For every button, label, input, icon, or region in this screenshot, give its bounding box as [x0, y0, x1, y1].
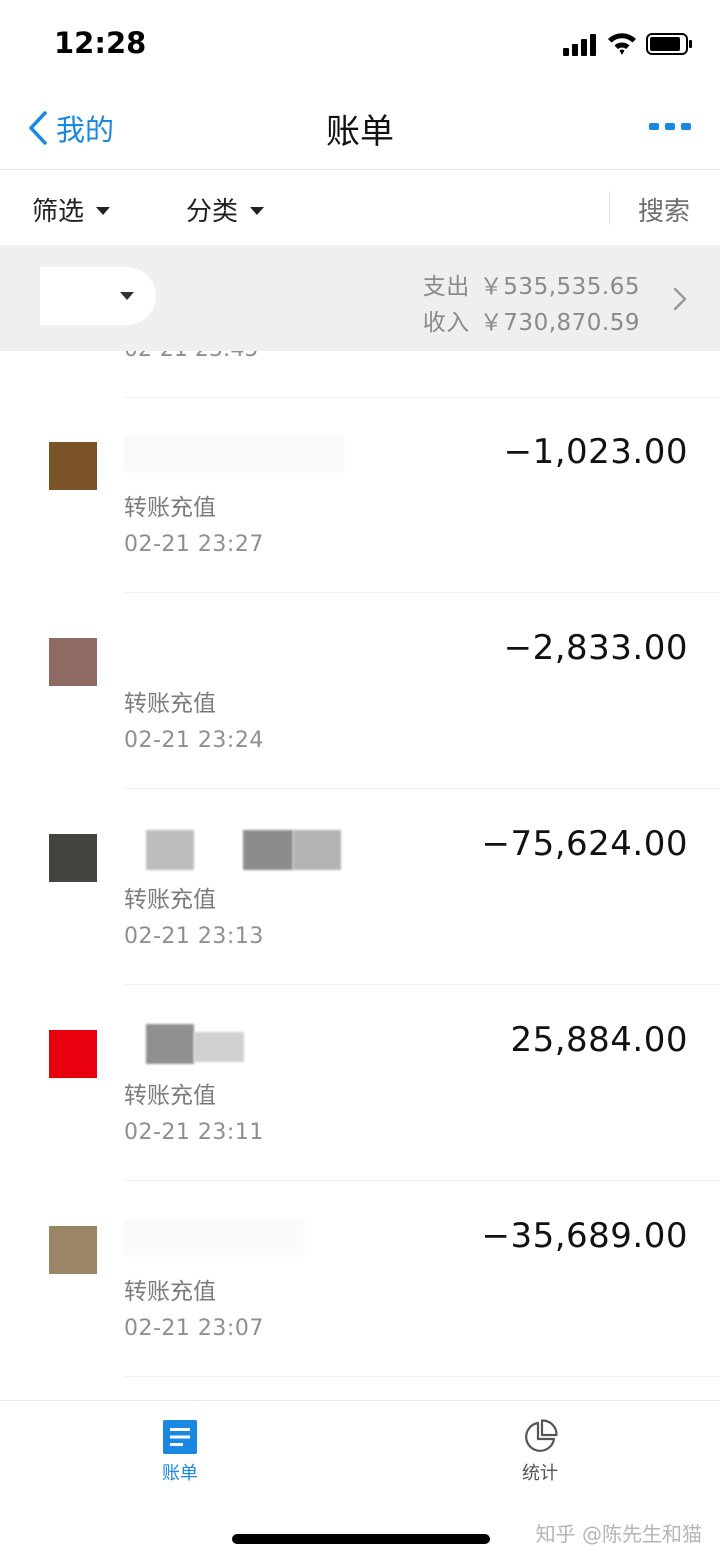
status-bar: 12:28: [0, 0, 720, 88]
month-summary[interactable]: 支出 ￥535,535.65 收入 ￥730,870.59: [0, 245, 720, 351]
divider: [609, 191, 610, 225]
transaction-time: 02-21 23:07: [124, 1316, 264, 1341]
merchant-name-redacted: [293, 830, 341, 870]
tab-statistics[interactable]: 统计: [480, 1419, 600, 1485]
merchant-name-redacted: [124, 1220, 304, 1256]
transaction-amount: 25,884.00: [510, 1020, 688, 1060]
month-selector[interactable]: [40, 267, 156, 325]
status-time: 12:28: [54, 26, 147, 60]
wifi-icon: [608, 33, 636, 55]
navigation-bar: 我的 账单: [0, 88, 720, 170]
divider: [124, 984, 720, 985]
category-dropdown[interactable]: 分类: [186, 191, 265, 228]
merchant-name-redacted: [146, 1024, 194, 1064]
merchant-name-redacted: [146, 830, 194, 870]
transaction-time: 02-21 23:24: [124, 728, 264, 753]
merchant-avatar: [49, 1030, 97, 1078]
filter-label: 筛选: [32, 197, 85, 227]
filter-bar: 筛选 分类 搜索: [0, 171, 720, 245]
transaction-category: 转账充值: [124, 887, 216, 913]
home-indicator[interactable]: [232, 1534, 490, 1544]
page-title: 账单: [326, 112, 394, 152]
merchant-name-redacted: [243, 830, 293, 870]
merchant-avatar: [49, 834, 97, 882]
transaction-row[interactable]: 25,884.00 转账充值 02-21 23:11: [0, 988, 720, 1184]
transaction-category: 转账充值: [124, 495, 216, 521]
expense-label: 支出: [422, 274, 470, 300]
income-summary: 收入 ￥730,870.59: [423, 303, 640, 337]
transaction-row[interactable]: −2,833.00 转账充值 02-21 23:24: [0, 596, 720, 792]
transaction-row[interactable]: −35,689.00 转账充值 02-21 23:07: [0, 1184, 720, 1380]
income-label: 收入: [422, 310, 470, 336]
caret-down-icon: [120, 292, 134, 300]
tab-label: 账单: [162, 1463, 198, 1484]
divider: [124, 1180, 720, 1181]
transaction-time: 02-21 23:27: [124, 532, 264, 557]
caret-down-icon: [96, 207, 111, 215]
expense-summary: 支出 ￥535,535.65: [423, 267, 640, 301]
divider: [124, 1376, 720, 1377]
battery-icon: [646, 33, 692, 55]
more-options-button[interactable]: [646, 120, 692, 134]
filter-dropdown[interactable]: 筛选: [32, 191, 111, 228]
tab-bill[interactable]: 账单: [120, 1419, 240, 1485]
merchant-avatar: [49, 1226, 97, 1274]
merchant-name-redacted: [194, 1032, 244, 1062]
transaction-time: 02-21 23:13: [124, 924, 264, 949]
transaction-time: 02-21 23:45: [124, 351, 258, 362]
list-item[interactable]: 02-21 23:45: [0, 351, 720, 397]
more-dots-icon: [649, 123, 659, 130]
tab-bar: 账单 统计 知乎 @陈先生和猫: [0, 1400, 720, 1559]
merchant-name-redacted: [124, 436, 344, 472]
transaction-category: 转账充值: [124, 691, 216, 717]
chevron-right-icon: [673, 287, 687, 311]
transaction-amount: −2,833.00: [503, 628, 688, 668]
transaction-amount: −75,624.00: [481, 824, 688, 864]
transaction-amount: −1,023.00: [503, 432, 688, 472]
transaction-category: 转账充值: [124, 1083, 216, 1109]
bill-list-icon: [163, 1420, 197, 1454]
pie-chart-icon: [525, 1419, 558, 1452]
transaction-row[interactable]: −75,624.00 转账充值 02-21 23:13: [0, 792, 720, 988]
search-button[interactable]: 搜索: [638, 191, 690, 228]
divider: [124, 397, 720, 398]
caret-down-icon: [250, 207, 265, 215]
merchant-avatar: [49, 442, 97, 490]
merchant-avatar: [49, 638, 97, 686]
category-label: 分类: [186, 197, 239, 227]
transaction-category: 转账充值: [124, 1279, 216, 1305]
expense-value: ￥535,535.65: [479, 274, 640, 300]
transaction-amount: −35,689.00: [481, 1216, 688, 1256]
transaction-row[interactable]: −1,023.00 转账充值 02-21 23:27: [0, 400, 720, 596]
income-value: ￥730,870.59: [479, 310, 640, 336]
transaction-time: 02-21 23:11: [124, 1120, 264, 1145]
tab-label: 统计: [522, 1463, 558, 1484]
divider: [124, 592, 720, 593]
cellular-signal-icon: [563, 32, 599, 56]
watermark: 知乎 @陈先生和猫: [535, 1522, 702, 1546]
divider: [124, 788, 720, 789]
